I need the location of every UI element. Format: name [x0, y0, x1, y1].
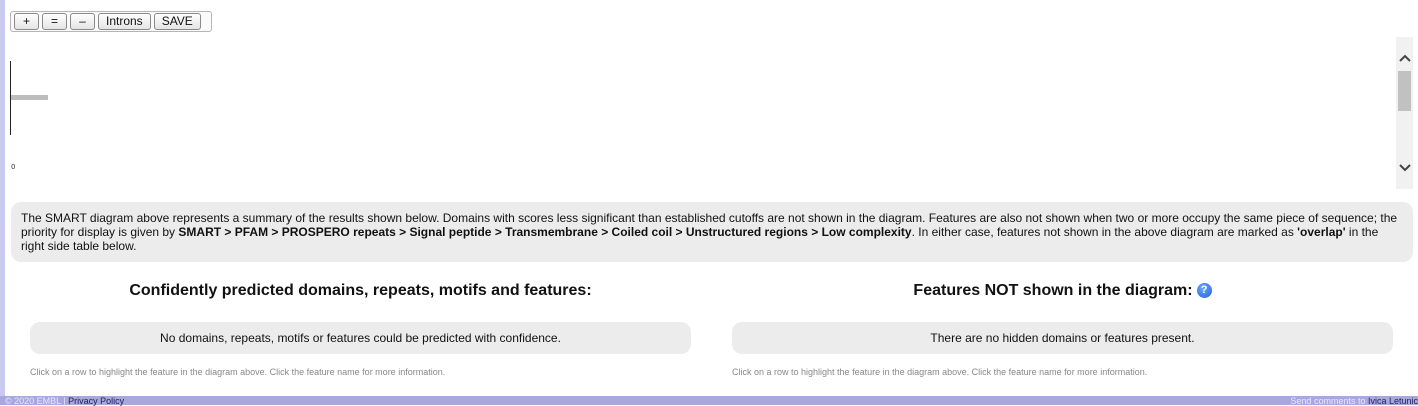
diagram-scrollbar[interactable] — [1396, 37, 1413, 189]
hidden-features-hint: Click on a row to highlight the feature … — [732, 367, 1148, 377]
smart-diagram-canvas[interactable]: 0 — [5, 37, 1413, 189]
priority-order: SMART > PFAM > PROSPERO repeats > Signal… — [178, 225, 912, 239]
page-footer: © 2020 EMBL | Privacy Policy Send commen… — [0, 396, 1418, 406]
zoom-in-button[interactable]: + — [14, 13, 39, 30]
reset-zoom-button[interactable]: = — [42, 13, 67, 30]
predicted-features-hint: Click on a row to highlight the feature … — [30, 367, 446, 377]
scrollbar-thumb[interactable] — [1398, 71, 1411, 111]
save-button[interactable]: SAVE — [153, 13, 201, 30]
introns-button[interactable]: Introns — [98, 13, 151, 30]
zoom-out-button[interactable]: – — [70, 13, 95, 30]
chevron-up-icon[interactable] — [1396, 49, 1413, 66]
summary-text-2: . In either case, features not shown in … — [911, 225, 1298, 239]
predicted-features-empty-message: No domains, repeats, motifs or features … — [30, 322, 691, 354]
hidden-features-title: Features NOT shown in the diagram:? — [732, 282, 1393, 300]
hidden-features-title-text: Features NOT shown in the diagram: — [913, 282, 1193, 299]
overlap-term: 'overlap' — [1297, 225, 1346, 239]
predicted-features-title: Confidently predicted domains, repeats, … — [129, 282, 592, 299]
diagram-toolbar: + = – Introns SAVE — [10, 11, 212, 32]
scale-tick-label: 0 — [11, 163, 16, 171]
protein-backbone-bar[interactable] — [11, 95, 48, 100]
diagram-summary-note: The SMART diagram above represents a sum… — [11, 202, 1413, 262]
hidden-features-empty-message: There are no hidden domains or features … — [732, 322, 1393, 354]
chevron-down-icon[interactable] — [1396, 159, 1413, 176]
help-icon[interactable]: ? — [1196, 283, 1212, 299]
